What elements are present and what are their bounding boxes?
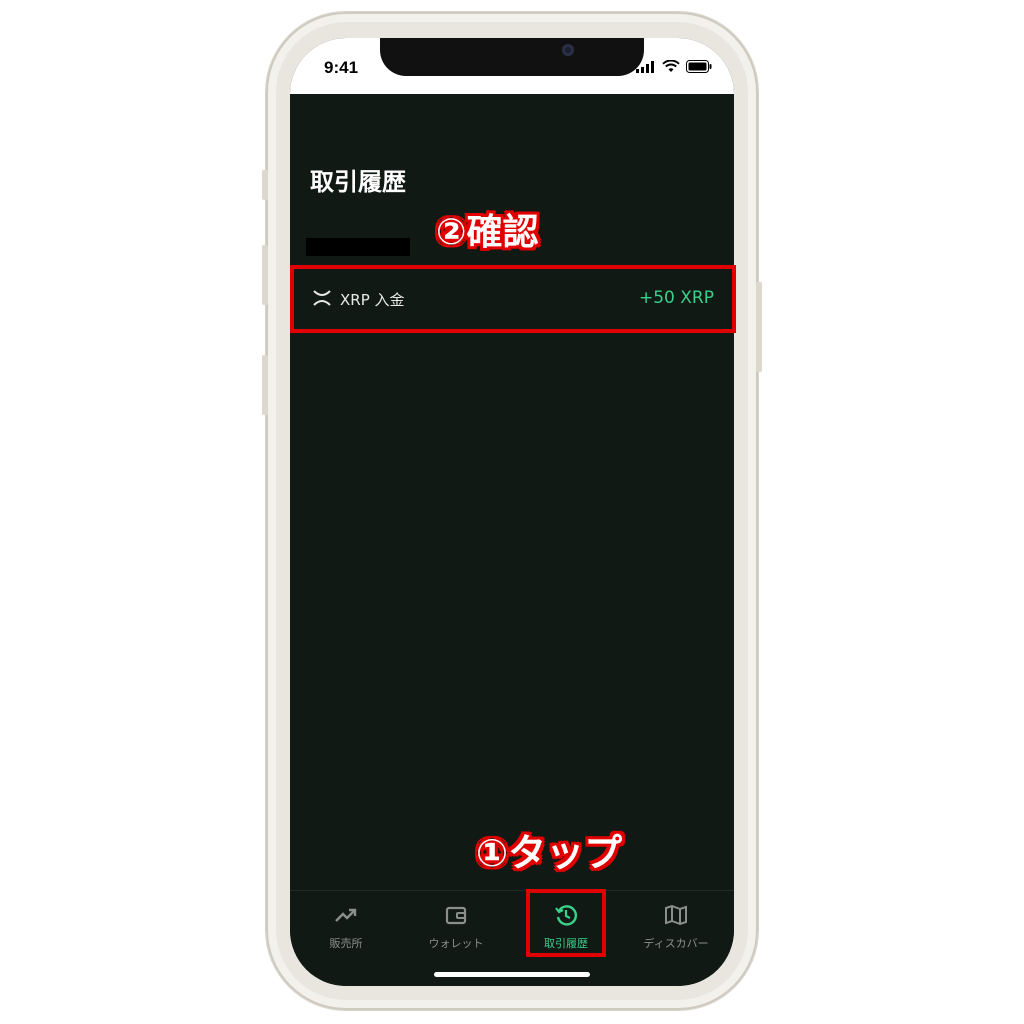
status-icons (636, 60, 712, 73)
volume-up-button (262, 245, 268, 305)
home-indicator[interactable] (434, 972, 590, 977)
tab-wallet-label: ウォレット (428, 937, 484, 950)
notch (380, 38, 644, 76)
status-time: 9:41 (324, 58, 359, 77)
tab-wallet[interactable]: ウォレット (404, 903, 508, 951)
trending-up-icon (335, 908, 357, 922)
map-icon (665, 904, 687, 926)
front-camera (562, 44, 574, 56)
annotation-step2: ②確認 (436, 212, 539, 253)
battery-icon (686, 60, 712, 73)
wifi-icon (662, 60, 680, 72)
tab-exchange-label: 販売所 (329, 937, 363, 950)
page-title: 取引履歴 (310, 168, 406, 196)
mute-switch (262, 170, 268, 200)
redacted-date (306, 238, 410, 256)
tab-discover[interactable]: ディスカバー (624, 903, 728, 951)
volume-down-button (262, 355, 268, 415)
tab-discover-label: ディスカバー (643, 937, 709, 950)
annotation-transaction-highlight (290, 265, 736, 333)
wallet-icon (445, 906, 467, 925)
annotation-tab-highlight (526, 889, 606, 957)
power-button (756, 282, 762, 372)
tab-exchange[interactable]: 販売所 (294, 903, 398, 951)
annotation-step1: ①タップ (476, 831, 623, 875)
